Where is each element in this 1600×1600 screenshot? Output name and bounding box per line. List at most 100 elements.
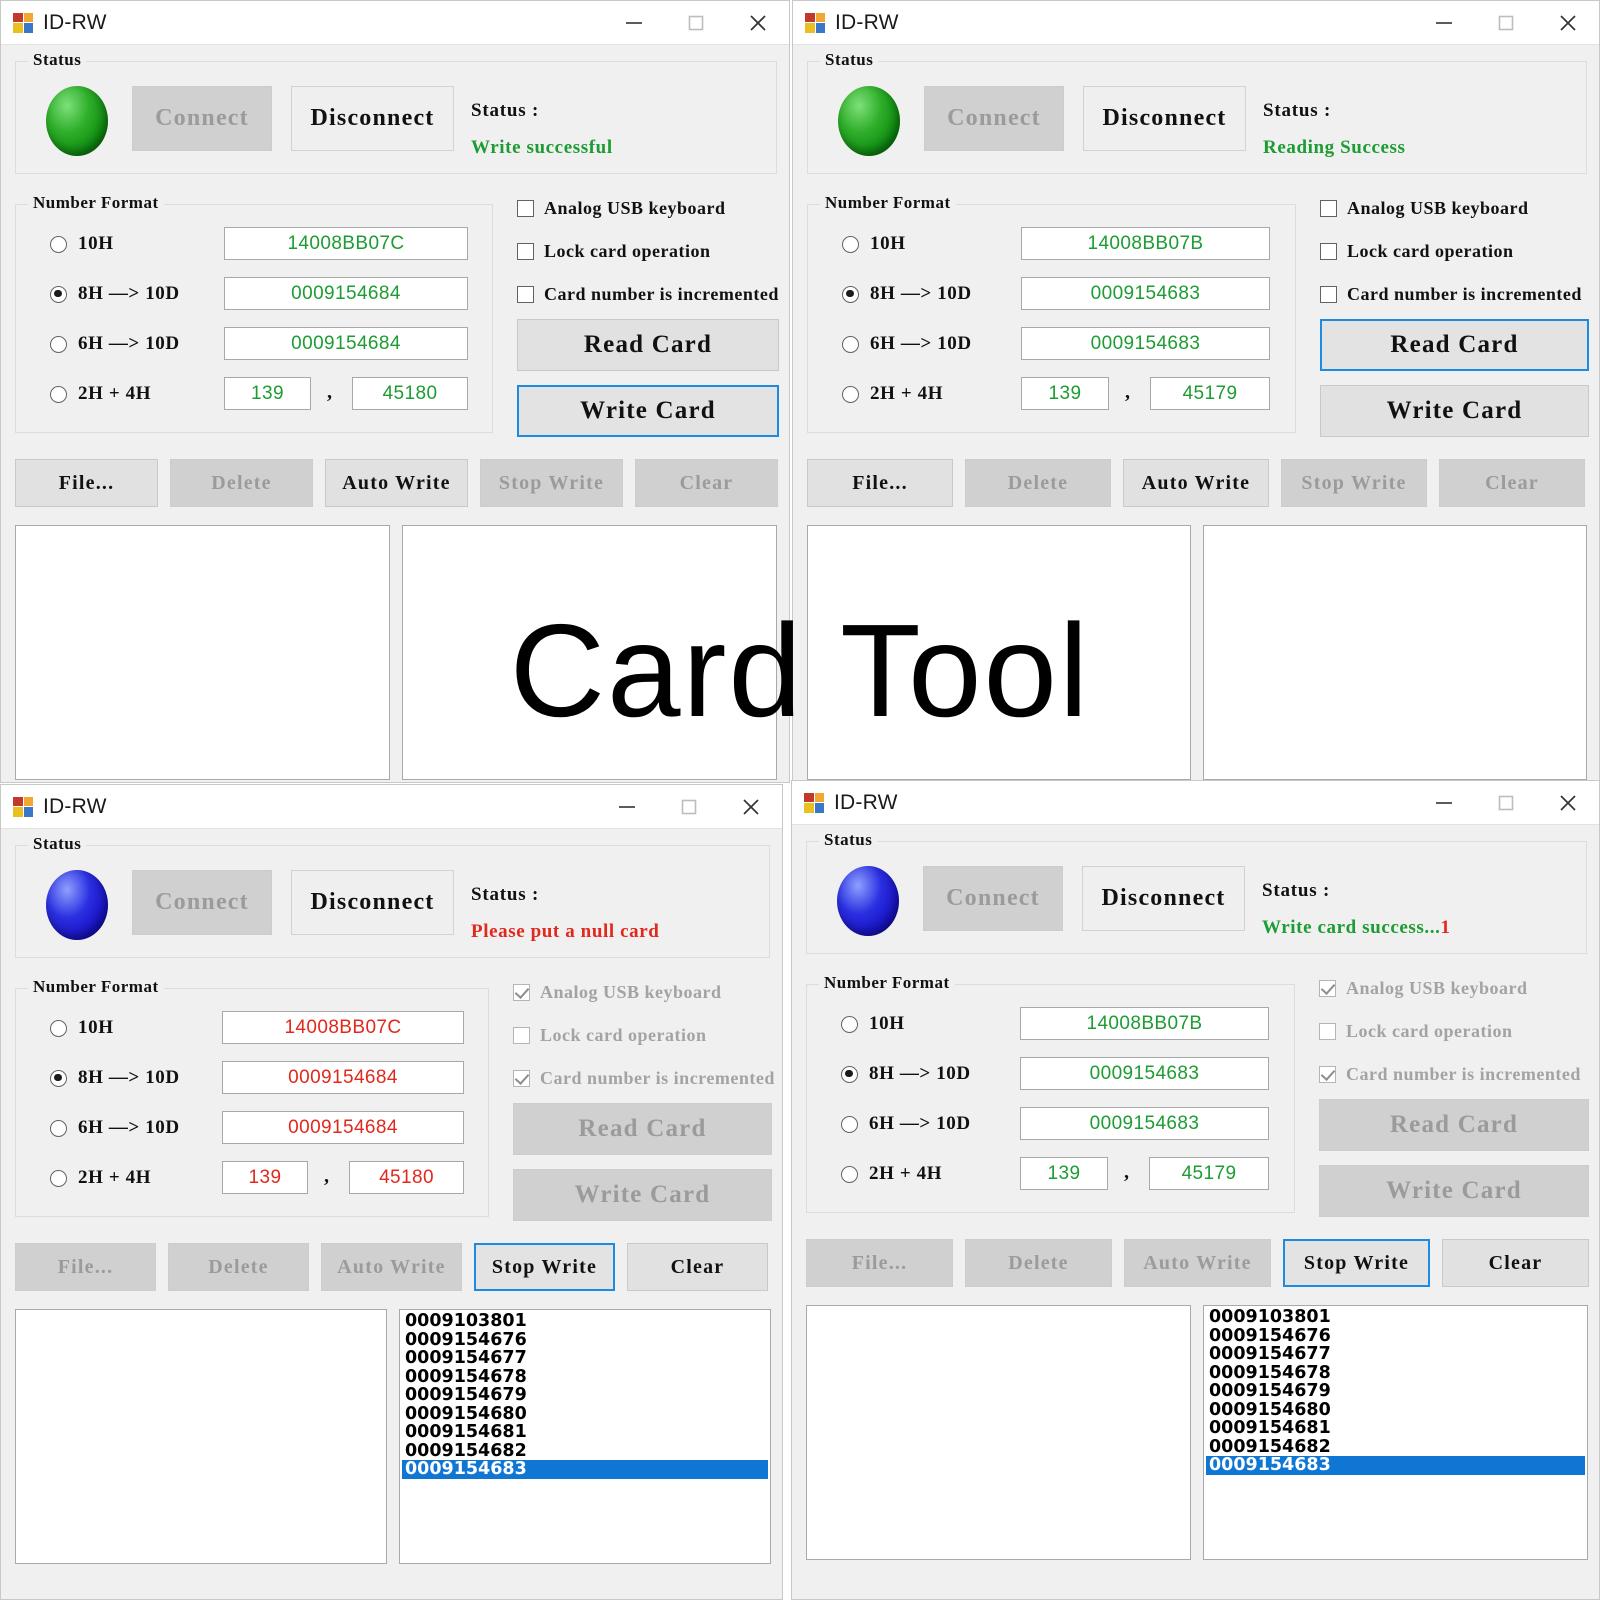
radio-10h[interactable]: 10H: [841, 1013, 905, 1035]
field-hex10[interactable]: 14008BB07C: [224, 227, 468, 260]
left-pane[interactable]: [807, 525, 1191, 780]
auto-write-button[interactable]: Auto Write: [325, 459, 468, 507]
minimize-icon[interactable]: [1413, 781, 1475, 825]
left-pane[interactable]: [15, 1309, 387, 1564]
field-dec8[interactable]: 0009154683: [1020, 1057, 1269, 1090]
list-item[interactable]: 0009154677: [1206, 1345, 1587, 1364]
field-hex10[interactable]: 14008BB07B: [1020, 1007, 1269, 1040]
radio-6h[interactable]: 6H —> 10D: [50, 1117, 180, 1139]
list-item[interactable]: 0009154677: [402, 1349, 770, 1368]
list-item[interactable]: 0009103801: [402, 1312, 770, 1331]
radio-2h4h[interactable]: 2H + 4H: [841, 1163, 942, 1185]
file-button[interactable]: File...: [807, 459, 953, 507]
disconnect-button[interactable]: Disconnect: [1083, 86, 1246, 151]
clear-button[interactable]: Clear: [1442, 1239, 1589, 1287]
field-part-a[interactable]: 139: [224, 377, 311, 410]
field-dec6[interactable]: 0009154684: [222, 1111, 464, 1144]
clear-button[interactable]: Clear: [1439, 459, 1585, 507]
field-dec6[interactable]: 0009154683: [1020, 1107, 1269, 1140]
radio-10h[interactable]: 10H: [842, 233, 906, 255]
connect-button[interactable]: Connect: [132, 870, 272, 935]
close-icon[interactable]: [720, 785, 782, 829]
checkbox-increment[interactable]: Card number is incremented: [513, 1068, 775, 1089]
auto-write-button[interactable]: Auto Write: [1124, 1239, 1271, 1287]
write-card-button[interactable]: Write Card: [1320, 385, 1589, 437]
close-icon[interactable]: [727, 1, 789, 45]
file-button[interactable]: File...: [15, 459, 158, 507]
list-item[interactable]: 0009103801: [1206, 1308, 1587, 1327]
radio-2h4h[interactable]: 2H + 4H: [50, 1167, 151, 1189]
stop-write-button[interactable]: Stop Write: [474, 1243, 615, 1291]
read-card-button[interactable]: Read Card: [1319, 1099, 1589, 1151]
radio-6h[interactable]: 6H —> 10D: [842, 333, 972, 355]
auto-write-button[interactable]: Auto Write: [1123, 459, 1269, 507]
checkbox-increment[interactable]: Card number is incremented: [517, 284, 779, 305]
checkbox-lock[interactable]: Lock card operation: [513, 1025, 707, 1046]
delete-button[interactable]: Delete: [965, 459, 1111, 507]
read-card-button[interactable]: Read Card: [513, 1103, 772, 1155]
card-number-listbox[interactable]: [1203, 525, 1587, 780]
field-hex10[interactable]: 14008BB07C: [222, 1011, 464, 1044]
checkbox-lock[interactable]: Lock card operation: [1320, 241, 1514, 262]
read-card-button[interactable]: Read Card: [517, 319, 779, 371]
left-pane[interactable]: [806, 1305, 1191, 1560]
field-dec8[interactable]: 0009154683: [1021, 277, 1270, 310]
list-item[interactable]: 0009154680: [1206, 1400, 1587, 1420]
checkbox-analog[interactable]: Analog USB keyboard: [1319, 978, 1528, 999]
radio-8h[interactable]: 8H —> 10D: [50, 1067, 180, 1089]
field-part-b[interactable]: 45180: [352, 377, 468, 410]
checkbox-increment[interactable]: Card number is incremented: [1320, 284, 1582, 305]
disconnect-button[interactable]: Disconnect: [1082, 866, 1245, 931]
field-hex10[interactable]: 14008BB07B: [1021, 227, 1270, 260]
card-number-listbox[interactable]: [402, 525, 777, 780]
delete-button[interactable]: Delete: [168, 1243, 309, 1291]
radio-6h[interactable]: 6H —> 10D: [841, 1113, 971, 1135]
list-item[interactable]: 0009154679: [1206, 1382, 1587, 1401]
list-item[interactable]: 0009154679: [402, 1386, 770, 1405]
field-dec8[interactable]: 0009154684: [224, 277, 468, 310]
field-dec6[interactable]: 0009154684: [224, 327, 468, 360]
close-icon[interactable]: [1537, 781, 1599, 825]
radio-2h4h[interactable]: 2H + 4H: [50, 383, 151, 405]
field-part-b[interactable]: 45179: [1150, 377, 1270, 410]
radio-10h[interactable]: 10H: [50, 233, 114, 255]
field-part-b[interactable]: 45180: [349, 1161, 464, 1194]
radio-8h[interactable]: 8H —> 10D: [841, 1063, 971, 1085]
list-item[interactable]: 0009154676: [1206, 1326, 1587, 1346]
delete-button[interactable]: Delete: [170, 459, 313, 507]
read-card-button[interactable]: Read Card: [1320, 319, 1589, 371]
checkbox-increment[interactable]: Card number is incremented: [1319, 1064, 1581, 1085]
left-pane[interactable]: [15, 525, 390, 780]
list-item[interactable]: 0009154678: [402, 1367, 770, 1387]
write-card-button[interactable]: Write Card: [517, 385, 779, 437]
disconnect-button[interactable]: Disconnect: [291, 86, 454, 151]
delete-button[interactable]: Delete: [965, 1239, 1112, 1287]
list-item[interactable]: 0009154682: [1206, 1437, 1587, 1457]
list-item[interactable]: 0009154681: [402, 1423, 770, 1442]
write-card-button[interactable]: Write Card: [513, 1169, 772, 1221]
stop-write-button[interactable]: Stop Write: [480, 459, 623, 507]
list-item[interactable]: 0009154683: [402, 1460, 768, 1479]
card-number-listbox[interactable]: 0009103801 0009154676 0009154677 0009154678…: [399, 1309, 771, 1564]
maximize-icon[interactable]: [1475, 1, 1537, 45]
list-item[interactable]: 0009154678: [1206, 1363, 1587, 1383]
card-number-listbox[interactable]: 0009103801 0009154676 0009154677 0009154678…: [1203, 1305, 1588, 1560]
clear-button[interactable]: Clear: [627, 1243, 768, 1291]
checkbox-lock[interactable]: Lock card operation: [1319, 1021, 1513, 1042]
clear-button[interactable]: Clear: [635, 459, 778, 507]
connect-button[interactable]: Connect: [924, 86, 1064, 151]
maximize-icon[interactable]: [1475, 781, 1537, 825]
list-item[interactable]: 0009154682: [402, 1441, 770, 1461]
checkbox-lock[interactable]: Lock card operation: [517, 241, 711, 262]
file-button[interactable]: File...: [15, 1243, 156, 1291]
minimize-icon[interactable]: [1413, 1, 1475, 45]
list-item[interactable]: 0009154680: [402, 1404, 770, 1424]
checkbox-analog[interactable]: Analog USB keyboard: [1320, 198, 1529, 219]
field-part-a[interactable]: 139: [1021, 377, 1109, 410]
list-item[interactable]: 0009154676: [402, 1330, 770, 1350]
minimize-icon[interactable]: [603, 1, 665, 45]
field-dec8[interactable]: 0009154684: [222, 1061, 464, 1094]
list-item[interactable]: 0009154683: [1206, 1456, 1585, 1475]
field-part-b[interactable]: 45179: [1149, 1157, 1269, 1190]
checkbox-analog[interactable]: Analog USB keyboard: [517, 198, 726, 219]
